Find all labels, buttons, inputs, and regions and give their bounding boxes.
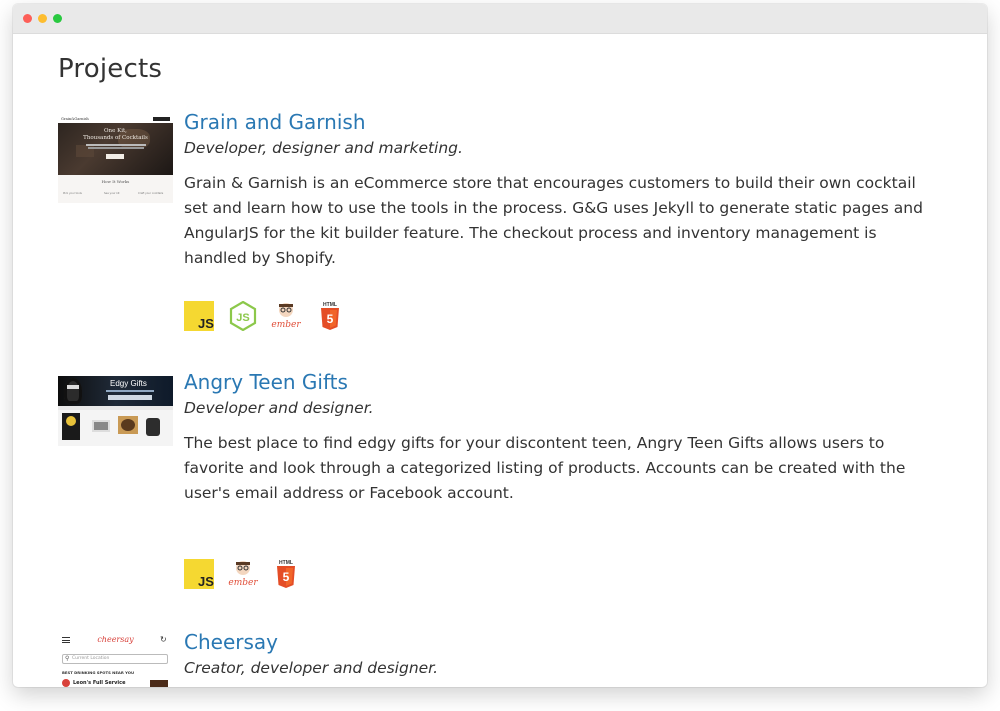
project-role: Developer, designer and marketing. (184, 139, 463, 157)
thumbnail-search-placeholder: Current Location (72, 656, 110, 661)
zoom-window-button[interactable] (53, 14, 62, 23)
javascript-icon: JS (184, 301, 214, 331)
svg-text:JS: JS (198, 316, 214, 331)
thumbnail-step: See your kit (104, 192, 120, 195)
page-content: Projects Grain&Garnish One Kit, Thousand… (13, 34, 987, 687)
project-title-link[interactable]: Cheersay (184, 628, 944, 656)
thumbnail-logo-text: Grain&Garnish (61, 117, 89, 121)
svg-text:HTML: HTML (279, 560, 293, 566)
close-window-button[interactable] (23, 14, 32, 23)
svg-text:JS: JS (198, 574, 214, 589)
project-description: Grain & Garnish is an eCommerce store th… (184, 174, 923, 267)
nodejs-icon: JS (228, 301, 258, 331)
project-role: Developer and designer. (184, 399, 374, 417)
html5-icon: HTML 5 (271, 559, 301, 589)
project-thumbnail[interactable]: Edgy Gifts (58, 376, 173, 463)
svg-text:5: 5 (283, 570, 290, 584)
thumbnail-step: Craft your cocktails (138, 192, 164, 195)
window-titlebar (13, 4, 987, 34)
thumbnail-section-title: How It Works (101, 179, 130, 184)
thumbnail-section-title: BEST DRINKING SPOTS NEAR YOU (62, 670, 135, 675)
svg-text:JS: JS (236, 312, 249, 324)
project-description: The best place to find edgy gifts for yo… (184, 434, 906, 502)
svg-text:HTML: HTML (323, 302, 337, 308)
search-icon: ⚲ (65, 655, 70, 662)
thumbnail-logo-text: cheersay (97, 636, 134, 644)
project-thumbnail[interactable]: cheersay ↻ ⚲ Current Location BEST DRINK… (58, 636, 173, 687)
ember-icon: ember (228, 559, 258, 589)
svg-text:ember: ember (228, 578, 258, 588)
thumbnail-list-item: Leon's Full Service (73, 680, 126, 686)
thumbnail-headline: Edgy Gifts (110, 379, 147, 388)
thumbnail-headline: One Kit, (104, 128, 127, 134)
refresh-icon: ↻ (160, 636, 167, 644)
browser-window: Projects Grain&Garnish One Kit, Thousand… (13, 4, 987, 687)
project-role: Creator, developer and designer. (184, 659, 439, 677)
project-title-link[interactable]: Angry Teen Gifts (184, 368, 944, 396)
thumbnail-step: Pick your tools (63, 192, 82, 195)
minimize-window-button[interactable] (38, 14, 47, 23)
project-title-link[interactable]: Grain and Garnish (184, 108, 944, 136)
thumbnail-headline-2: Thousands of Cocktails (83, 135, 148, 141)
page-title: Projects (58, 54, 163, 84)
html5-icon: HTML 5 (315, 301, 345, 331)
ember-icon: ember (271, 301, 301, 331)
project-thumbnail[interactable]: Grain&Garnish One Kit, Thousands of Cock… (58, 116, 173, 203)
svg-text:ember: ember (271, 320, 301, 330)
svg-text:5: 5 (327, 312, 334, 326)
javascript-icon: JS (184, 559, 214, 589)
